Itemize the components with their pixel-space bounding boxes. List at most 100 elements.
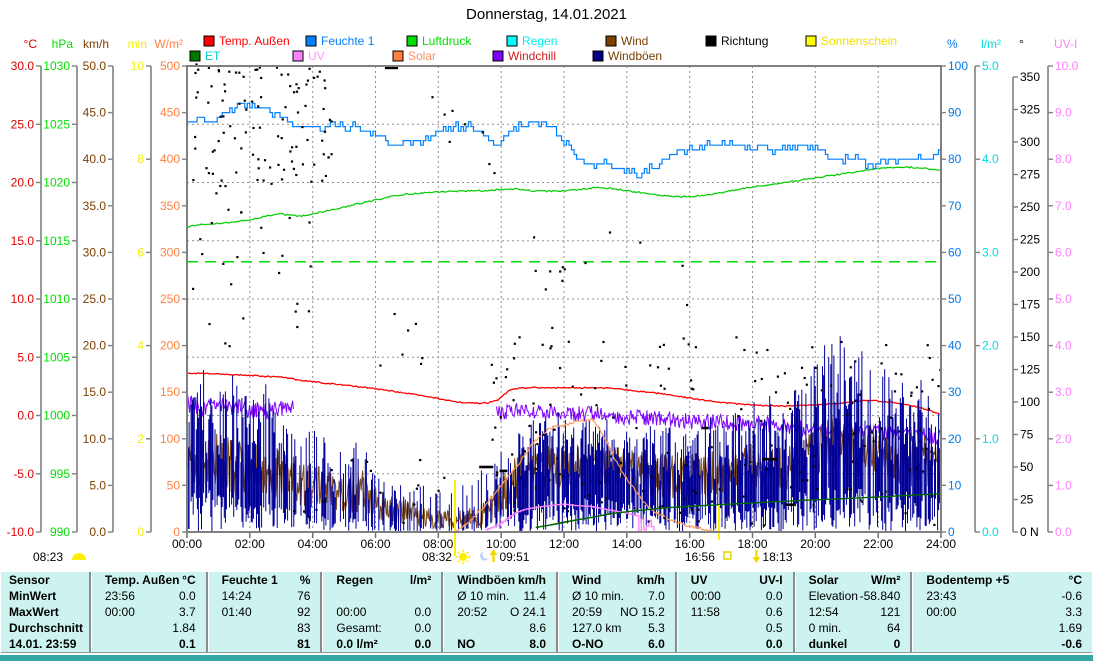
axis-tick: 200: [1020, 265, 1040, 279]
axis-tick: 1010: [43, 292, 70, 306]
table-col-4: Windböenkm/hØ 10 min.11.420:52O 24.18.6N…: [441, 572, 556, 652]
axis-tick: -5.0: [13, 467, 34, 481]
cell-time: 00:00: [912, 604, 956, 620]
axis-tick: 15.0: [11, 234, 35, 248]
cell-time: 12:54: [795, 604, 839, 620]
cell-time: 20:59: [558, 604, 602, 620]
sunset-time: 16:56: [685, 550, 715, 564]
axis-tick: 0: [137, 525, 144, 539]
axis-tick: 3.0: [982, 245, 999, 259]
column-name: Temp. Außen: [91, 572, 180, 588]
cell-time: 01:40: [208, 604, 252, 620]
x-axis-label: 16:00: [675, 537, 705, 551]
axis-tick: 4.0: [982, 152, 999, 166]
axis-tick: 1030: [43, 59, 70, 73]
axis-unit: km/h: [83, 37, 109, 51]
cell-value: 0: [894, 636, 911, 652]
chart-svg: Temp. AußenFeuchte 1LuftdruckRegenWindRi…: [0, 0, 1093, 572]
sunset-icon: [724, 552, 731, 559]
axis-tick: 1000: [43, 409, 70, 423]
axis-tick: 0 N: [1020, 525, 1039, 539]
cell-value: 7.0: [648, 588, 675, 604]
legend-swatch-r1: [806, 36, 816, 46]
axis-tick: 50: [948, 292, 962, 306]
axis-tick: 2: [137, 432, 144, 446]
axis-tick: 500: [160, 59, 180, 73]
cell-time: Ø 10 min.: [443, 588, 509, 604]
cell-time: 11:58: [677, 604, 720, 620]
moonset-arrow-icon: [752, 550, 760, 563]
axis-tick: 25.0: [11, 117, 35, 131]
sun-icon: [456, 550, 471, 565]
legend-label: Temp. Außen: [219, 34, 290, 48]
axis-tick: 40: [948, 339, 962, 353]
row-label: MaxWert: [1, 604, 59, 620]
x-axis-label: 08:00: [423, 537, 453, 551]
axis-tick: 20.0: [11, 176, 35, 190]
axis-tick: 150: [1020, 330, 1040, 344]
column-unit: °C: [1069, 572, 1092, 588]
legend-label: Feuchte 1: [321, 34, 375, 48]
cell-time: 0 min.: [795, 620, 842, 636]
axis-tick: 350: [1020, 70, 1040, 84]
cell-value: NO 15.2: [620, 604, 675, 620]
axis-tick: 7.0: [1055, 199, 1072, 213]
cell-value: 3.7: [179, 604, 206, 620]
axis-tick: 1.0: [982, 432, 999, 446]
column-unit: km/h: [518, 572, 556, 588]
cell-value: -58.840: [860, 588, 911, 604]
column-name: Wind: [558, 572, 601, 588]
axis-tick: 25: [1020, 493, 1034, 507]
moonrise-time: 09:51: [499, 550, 529, 564]
bottom-left-time: 08:23: [33, 550, 63, 564]
column-name: Windböen: [443, 572, 515, 588]
axis-unit: UV-I: [1054, 37, 1077, 51]
axis-tick: 10.0: [83, 432, 107, 446]
legend-label: Richtung: [721, 34, 768, 48]
column-name: Bodentemp +5: [912, 572, 1009, 588]
legend-label: Windchill: [508, 49, 556, 63]
cell-time: [91, 620, 105, 636]
legend-label: Windböen: [608, 49, 662, 63]
x-axis-label: 20:00: [800, 537, 830, 551]
axis-tick: 250: [1020, 200, 1040, 214]
axis-tick: 4.0: [1055, 339, 1072, 353]
row-label: Durchschnitt: [1, 620, 83, 636]
cell-time: [91, 636, 105, 652]
axis-tick: 50: [1020, 460, 1034, 474]
axis-tick: 450: [160, 106, 180, 120]
axis-tick: 5.0: [17, 350, 34, 364]
axis-tick: 15.0: [83, 385, 107, 399]
legend-label: Regen: [522, 34, 557, 48]
x-axis-label: 04:00: [298, 537, 328, 551]
legend-swatch-r2: [493, 51, 503, 61]
axis-tick: 6: [137, 245, 144, 259]
cell-time: 00:00: [322, 604, 366, 620]
cell-time: [677, 620, 691, 636]
column-unit: l/m²: [410, 572, 441, 588]
axis-tick: 990: [50, 525, 70, 539]
cell-time: 14:24: [208, 588, 252, 604]
axis-tick: 325: [1020, 103, 1040, 117]
legend-label: Luftdruck: [422, 34, 472, 48]
axis-tick: 8: [137, 152, 144, 166]
axis-tick: 0.0: [1055, 525, 1072, 539]
axis-tick: 5.0: [89, 478, 106, 492]
axis-tick: 30: [948, 385, 962, 399]
axis-tick: 300: [160, 245, 180, 259]
table-col-3: Regenl/m²00:000.0Gesamt:0.00.0 l/m²0.0: [320, 572, 441, 652]
cell-value: 11.4: [524, 588, 556, 604]
axis-tick: 30.0: [83, 245, 107, 259]
axis-unit: °: [1019, 37, 1024, 51]
cell-time: 127.0 km: [558, 620, 621, 636]
cell-value: 5.3: [648, 620, 675, 636]
cell-value: 8.6: [529, 620, 556, 636]
axis-tick: 300: [1020, 135, 1040, 149]
axis-tick: 1025: [43, 117, 70, 131]
cell-value: 121: [880, 604, 910, 620]
cell-time: 00:00: [677, 588, 721, 604]
table-col-sensor: SensorMinWertMaxWertDurchschnitt14.01. 2…: [1, 572, 89, 652]
cell-time: Elevation: [795, 588, 858, 604]
axis-tick: 1015: [43, 234, 70, 248]
table-col-1: Temp. Außen°C23:560.000:003.71.840.1: [89, 572, 206, 652]
